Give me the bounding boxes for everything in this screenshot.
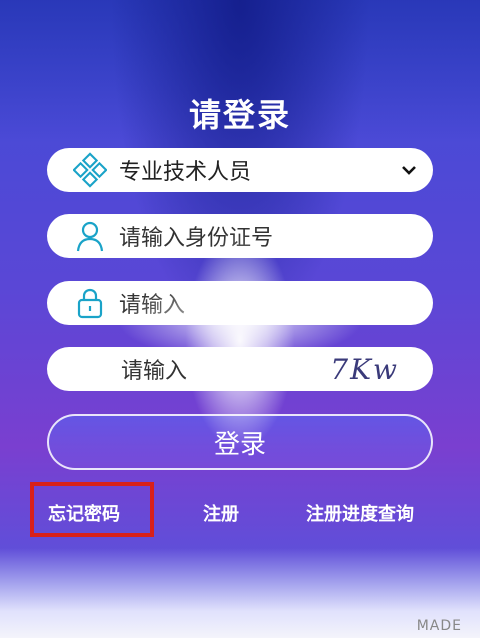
register-link[interactable]: 注册 xyxy=(203,500,239,526)
id-number-field[interactable]: 请输入身份证号 xyxy=(47,214,433,258)
highlight-box xyxy=(30,482,154,537)
user-icon xyxy=(73,219,107,253)
lock-icon xyxy=(73,286,107,320)
watermark-text: MADE xyxy=(416,618,462,634)
captcha-placeholder: 请输入 xyxy=(121,359,188,384)
user-type-value: 专业技术人员 xyxy=(119,160,252,185)
id-number-placeholder: 请输入身份证号 xyxy=(119,226,274,251)
user-type-select[interactable]: 专业技术人员 xyxy=(47,148,433,192)
password-placeholder: 请输入 xyxy=(119,293,186,318)
diamond-pattern-icon xyxy=(73,152,107,188)
captcha-field[interactable]: 请输入 7Kw xyxy=(47,347,433,391)
chevron-down-icon[interactable] xyxy=(399,160,419,180)
captcha-image[interactable]: 7Kw xyxy=(330,353,399,386)
page-title: 请登录 xyxy=(188,96,291,134)
password-field[interactable]: 请输入 xyxy=(47,281,433,325)
register-progress-link[interactable]: 注册进度查询 xyxy=(306,500,414,526)
login-button[interactable]: 登录 xyxy=(47,414,433,470)
